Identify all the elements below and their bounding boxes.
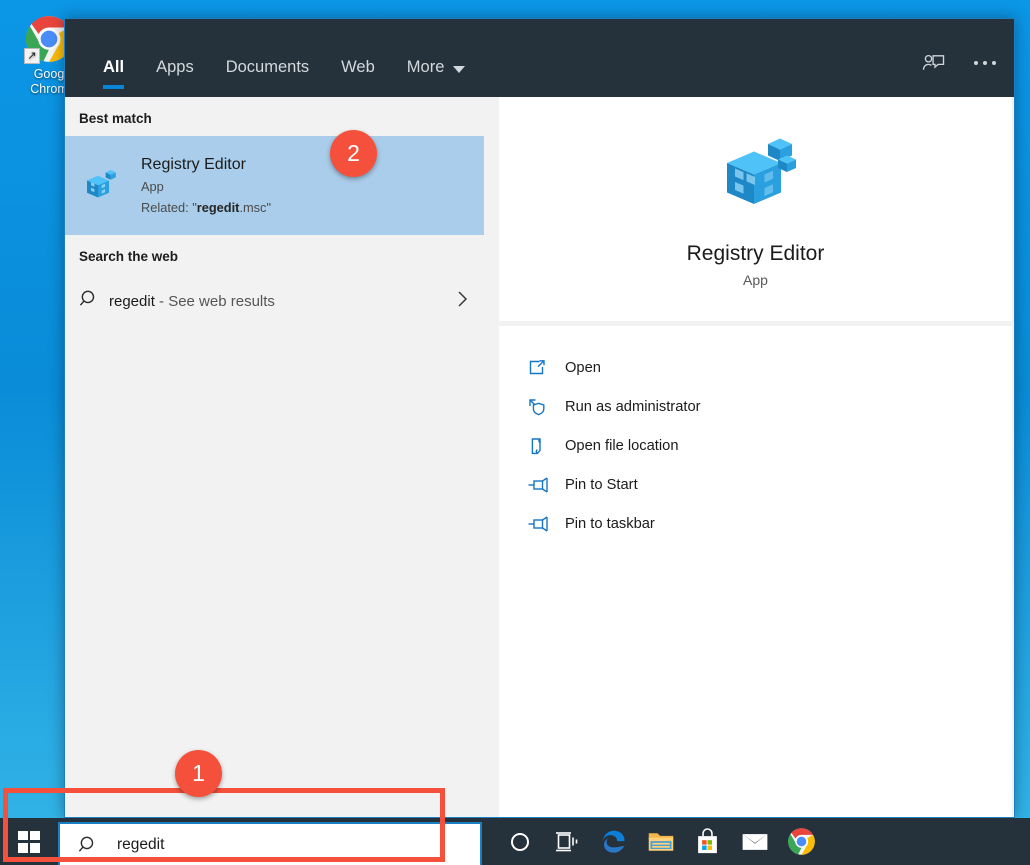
annotation-badge-2: 2 [330, 130, 377, 177]
tab-all-label: All [103, 58, 125, 76]
action-run-as-administrator[interactable]: Run as administrator [499, 387, 1012, 426]
search-results-body: Best match Registry Editor App Related: … [65, 97, 1014, 817]
ellipsis-icon[interactable] [974, 60, 996, 65]
taskbar-pinned-apps [496, 818, 825, 865]
folder-location-icon [527, 435, 561, 457]
tab-apps-label: Apps [156, 58, 194, 76]
header-actions [921, 50, 996, 97]
registry-editor-icon [710, 130, 802, 222]
web-result-query: regedit [109, 292, 155, 310]
tab-more[interactable]: More [391, 19, 482, 97]
file-explorer-icon[interactable] [637, 818, 684, 865]
action-open-file-location[interactable]: Open file location [499, 426, 1012, 465]
shortcut-arrow-icon: ↗ [24, 48, 40, 64]
result-item-registry-editor[interactable]: Registry Editor App Related: "regedit.ms… [65, 136, 484, 235]
microsoft-store-icon[interactable] [684, 818, 731, 865]
search-the-web-header: Search the web [79, 249, 179, 264]
cortana-icon[interactable] [496, 818, 543, 865]
pin-icon [527, 513, 561, 535]
preview-action-list: Open Run as administrator Open file loca… [499, 326, 1012, 817]
tab-more-label: More [406, 58, 445, 76]
action-pin-to-taskbar[interactable]: Pin to taskbar [499, 504, 1012, 543]
result-item-title: Registry Editor [141, 155, 246, 173]
tab-list: All Apps Documents Web More [87, 19, 481, 97]
best-match-header: Best match [79, 111, 152, 126]
feedback-person-icon[interactable] [921, 50, 946, 75]
related-prefix: Related: " [141, 199, 197, 215]
tab-apps[interactable]: Apps [140, 19, 210, 97]
preview-app-type: App [743, 272, 768, 288]
tab-documents-label: Documents [225, 58, 310, 76]
pin-icon [527, 474, 561, 496]
tab-documents[interactable]: Documents [210, 19, 325, 97]
annotation-badge-1: 1 [175, 750, 222, 797]
result-item-related: Related: "regedit.msc" [141, 197, 271, 218]
results-list-pane: Best match Registry Editor App Related: … [65, 97, 484, 817]
tab-web-label: Web [341, 58, 375, 76]
app-preview-pane: Registry Editor App Open Run as administ… [484, 97, 1014, 817]
web-result-label: regedit - See web results [109, 293, 275, 310]
search-tab-strip: All Apps Documents Web More [65, 19, 1014, 97]
web-result-item[interactable]: regedit - See web results [65, 274, 484, 328]
open-external-icon [527, 357, 561, 379]
related-bold: regedit [196, 199, 240, 215]
preview-hero: Registry Editor App [499, 97, 1012, 321]
action-open[interactable]: Open [499, 348, 1012, 387]
tab-web[interactable]: Web [325, 19, 391, 97]
result-item-type: App [141, 178, 164, 194]
preview-app-title: Registry Editor [686, 242, 825, 265]
web-result-suffix: - See web results [154, 292, 275, 310]
result-item-text: Registry Editor App Related: "regedit.ms… [141, 154, 271, 218]
action-pin-to-start-label: Pin to Start [565, 476, 638, 493]
related-suffix: .msc" [239, 199, 271, 215]
action-pin-to-start[interactable]: Pin to Start [499, 465, 1012, 504]
search-flyout-panel: All Apps Documents Web More Best match R… [64, 18, 1015, 818]
google-chrome-icon[interactable] [778, 818, 825, 865]
action-open-label: Open [565, 359, 601, 376]
mail-icon[interactable] [731, 818, 778, 865]
search-box-highlight [3, 788, 445, 862]
action-run-as-administrator-label: Run as administrator [565, 398, 701, 415]
search-icon [79, 288, 109, 314]
action-pin-to-taskbar-label: Pin to taskbar [565, 515, 655, 532]
shield-admin-icon [527, 396, 561, 418]
chevron-right-icon[interactable] [456, 289, 470, 314]
microsoft-edge-icon[interactable] [590, 818, 637, 865]
task-view-icon[interactable] [543, 818, 590, 865]
tab-all[interactable]: All [87, 19, 140, 97]
chevron-down-icon [453, 66, 466, 73]
registry-editor-icon [79, 166, 119, 206]
action-open-file-location-label: Open file location [565, 437, 679, 454]
